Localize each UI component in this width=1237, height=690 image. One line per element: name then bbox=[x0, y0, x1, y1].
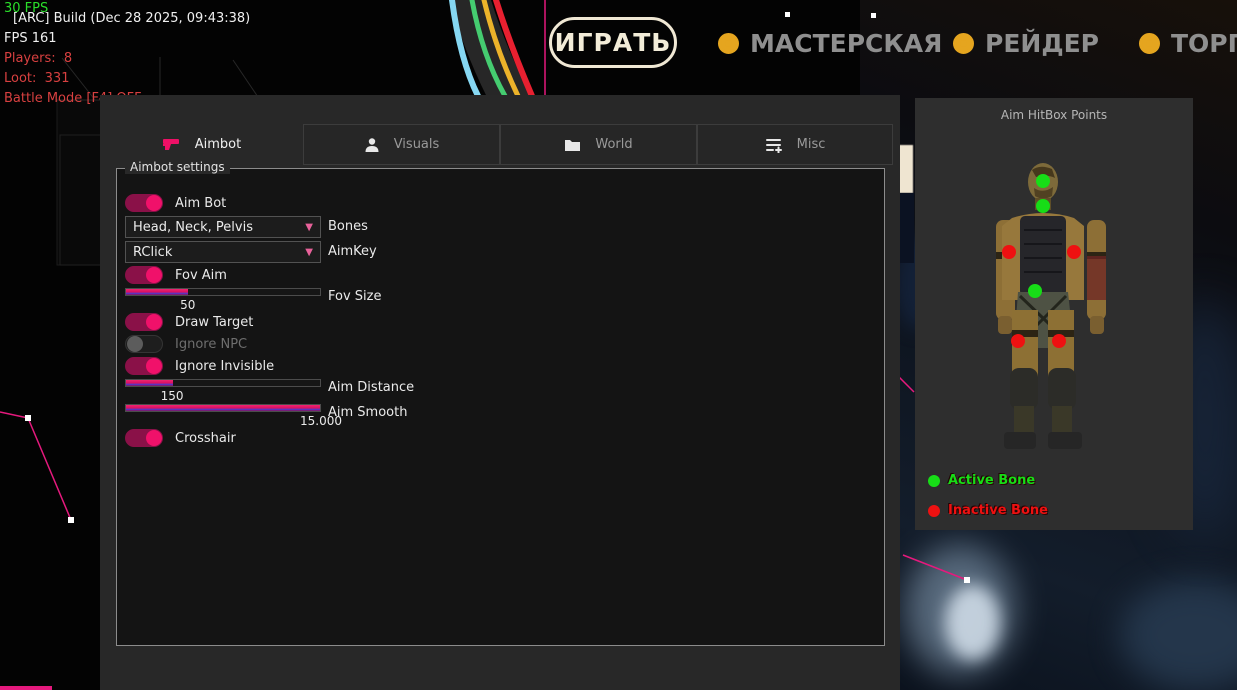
toggle-knob bbox=[146, 358, 162, 374]
aim-distance-value: 150 bbox=[161, 389, 184, 403]
nav-item-label: МАСТЕРСКАЯ bbox=[750, 29, 942, 58]
chevron-down-icon: ▼ bbox=[305, 247, 313, 258]
slider-fill bbox=[126, 405, 320, 411]
crosshair-row: Crosshair bbox=[125, 429, 236, 447]
bones-label: Bones bbox=[328, 219, 368, 234]
bones-row: Head, Neck, Pelvis ▼ bbox=[125, 216, 321, 238]
nav-item-workshop[interactable]: МАСТЕРСКАЯ bbox=[718, 28, 942, 58]
pistol-icon bbox=[162, 137, 181, 152]
ignore-npc-toggle[interactable] bbox=[125, 335, 163, 353]
tab-visuals[interactable]: Visuals bbox=[303, 124, 500, 165]
hitbox-point-right-shoulder[interactable] bbox=[1067, 245, 1081, 259]
toggle-knob bbox=[146, 267, 162, 283]
aim-smooth-row bbox=[125, 404, 321, 412]
play-button[interactable]: ИГРАТЬ bbox=[549, 17, 677, 68]
slider-fill bbox=[126, 289, 188, 295]
fov-size-slider[interactable] bbox=[125, 288, 321, 296]
aim-bot-row: Aim Bot bbox=[125, 194, 226, 212]
ignore-invisible-row: Ignore Invisible bbox=[125, 357, 274, 375]
draw-target-toggle[interactable] bbox=[125, 313, 163, 331]
coin-icon bbox=[1139, 33, 1160, 54]
tab-label: World bbox=[595, 137, 632, 152]
folder-icon bbox=[564, 138, 581, 152]
hitbox-panel-title: Aim HitBox Points bbox=[915, 108, 1193, 122]
tab-label: Misc bbox=[797, 137, 826, 152]
active-bone-dot bbox=[928, 475, 940, 487]
aimkey-dropdown[interactable]: RClick ▼ bbox=[125, 241, 321, 263]
toggle-knob bbox=[146, 314, 162, 330]
aimkey-row: RClick ▼ bbox=[125, 241, 321, 263]
aim-bot-toggle[interactable] bbox=[125, 194, 163, 212]
chevron-down-icon: ▼ bbox=[305, 222, 313, 233]
playlist-add-icon bbox=[765, 137, 783, 153]
hud-fps-value: FPS 161 bbox=[4, 31, 57, 46]
active-bone-label: Active Bone bbox=[948, 473, 1035, 488]
crosshair-label: Crosshair bbox=[175, 431, 236, 446]
fov-aim-label: Fov Aim bbox=[175, 268, 227, 283]
ignore-invisible-toggle[interactable] bbox=[125, 357, 163, 375]
hitbox-point-left-shoulder[interactable] bbox=[1002, 245, 1016, 259]
person-icon bbox=[364, 137, 380, 153]
hud-build-info: [ARC] Build (Dec 28 2025, 09:43:38) bbox=[13, 11, 250, 26]
hud-loot-count: Loot: 331 bbox=[4, 71, 69, 86]
ignore-npc-label: Ignore NPC bbox=[175, 337, 247, 352]
aim-distance-label: Aim Distance bbox=[328, 380, 414, 395]
fov-aim-row: Fov Aim bbox=[125, 266, 227, 284]
aimbot-settings-group: Aimbot settings Aim Bot Head, Neck, Pelv… bbox=[116, 168, 885, 646]
aim-smooth-value-track: 15.000 bbox=[125, 414, 321, 428]
coin-icon bbox=[718, 33, 739, 54]
nav-item-raider[interactable]: РЕЙДЕР bbox=[953, 28, 1099, 58]
toggle-knob bbox=[146, 195, 162, 211]
slider-fill bbox=[126, 380, 173, 386]
aim-bot-label: Aim Bot bbox=[175, 196, 226, 211]
aim-smooth-slider[interactable] bbox=[125, 404, 321, 412]
aim-distance-value-track: 150 bbox=[125, 389, 321, 403]
group-title: Aimbot settings bbox=[125, 160, 230, 174]
character-model bbox=[990, 160, 1112, 450]
coin-icon bbox=[953, 33, 974, 54]
tab-aimbot[interactable]: Aimbot bbox=[100, 124, 303, 165]
inactive-bone-dot bbox=[928, 505, 940, 517]
hitbox-point-left-thigh[interactable] bbox=[1011, 334, 1025, 348]
tab-world[interactable]: World bbox=[500, 124, 697, 165]
bones-dropdown[interactable]: Head, Neck, Pelvis ▼ bbox=[125, 216, 321, 238]
scene-white-dot bbox=[785, 12, 790, 17]
inactive-bone-label: Inactive Bone bbox=[948, 503, 1048, 518]
crosshair-toggle[interactable] bbox=[125, 429, 163, 447]
nav-item-trade[interactable]: ТОРГО bbox=[1139, 28, 1237, 58]
aim-smooth-label: Aim Smooth bbox=[328, 405, 407, 420]
legend-active-bone: Active Bone bbox=[928, 473, 1035, 488]
hitbox-point-neck[interactable] bbox=[1036, 199, 1050, 213]
hud-players-count: Players: 8 bbox=[4, 51, 72, 66]
fov-size-value-track: 50 bbox=[125, 298, 321, 312]
tab-label: Aimbot bbox=[195, 137, 241, 152]
fov-size-label: Fov Size bbox=[328, 289, 381, 304]
tab-label: Visuals bbox=[394, 137, 440, 152]
fov-size-value: 50 bbox=[180, 298, 195, 312]
draw-target-label: Draw Target bbox=[175, 315, 253, 330]
ignore-invisible-label: Ignore Invisible bbox=[175, 359, 274, 374]
draw-target-row: Draw Target bbox=[125, 313, 253, 331]
tab-misc[interactable]: Misc bbox=[697, 124, 893, 165]
hitbox-point-head[interactable] bbox=[1036, 174, 1050, 188]
toggle-knob bbox=[127, 336, 143, 352]
toggle-knob bbox=[146, 430, 162, 446]
nav-item-label: РЕЙДЕР bbox=[985, 29, 1099, 58]
fov-size-row bbox=[125, 288, 321, 296]
hitbox-point-right-thigh[interactable] bbox=[1052, 334, 1066, 348]
bones-dropdown-value: Head, Neck, Pelvis bbox=[133, 220, 253, 235]
hitbox-point-pelvis[interactable] bbox=[1028, 284, 1042, 298]
nav-item-label: ТОРГО bbox=[1171, 29, 1237, 58]
aimkey-dropdown-value: RClick bbox=[133, 245, 172, 260]
hitbox-panel: Aim HitBox Points bbox=[915, 98, 1193, 530]
aimkey-label: AimKey bbox=[328, 244, 377, 259]
aim-distance-slider[interactable] bbox=[125, 379, 321, 387]
fov-aim-toggle[interactable] bbox=[125, 266, 163, 284]
esp-bottom-strip bbox=[0, 686, 52, 690]
cheat-menu-panel: Aimbot Visuals World Misc Aimbot setting… bbox=[100, 95, 900, 690]
scene-white-dot-2 bbox=[871, 13, 876, 18]
aim-distance-row bbox=[125, 379, 321, 387]
legend-inactive-bone: Inactive Bone bbox=[928, 503, 1048, 518]
ignore-npc-row: Ignore NPC bbox=[125, 335, 247, 353]
